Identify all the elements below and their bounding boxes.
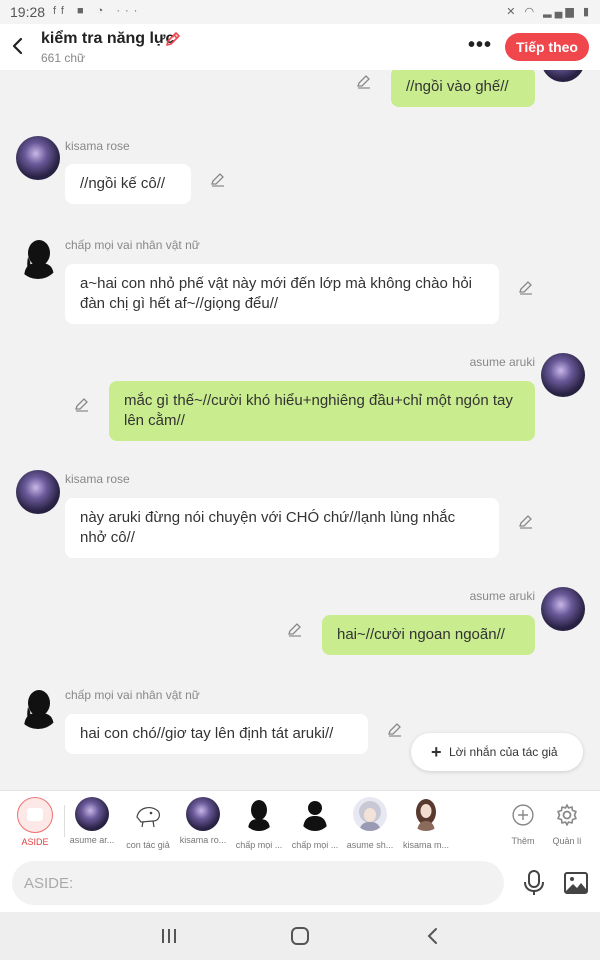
message-bubble[interactable]: //ngồi kế cô// <box>65 164 191 204</box>
page-title: kiểm tra năng lực <box>41 30 175 47</box>
avatar-purple-icon <box>75 797 109 831</box>
message-bubble[interactable]: a~hai con nhỏ phế vật này mới đến lớp mà… <box>65 264 499 324</box>
avatar-silhouette-female-icon <box>242 797 276 831</box>
author-note-label: Lời nhắn của tác giả <box>449 745 558 759</box>
system-nav-bar <box>0 912 600 960</box>
sender-name: chấp mọi vai nhân vật nữ <box>65 238 200 252</box>
character-cham-moi-vai-nam[interactable]: chấp mọi ... <box>287 797 343 850</box>
avatar-asume-aruki[interactable] <box>541 353 585 397</box>
message-bubble[interactable]: hai con chó//giơ tay lên định tát aruki/… <box>65 714 368 754</box>
microphone-icon[interactable] <box>523 869 545 897</box>
word-count: 661 chữ <box>41 51 86 65</box>
message-input[interactable] <box>12 861 504 905</box>
more-options-icon[interactable]: ••• <box>468 34 492 57</box>
character-label: chấp mọi ... <box>235 840 283 850</box>
system-icons: ✕ ◠ ▂▄▆ ▮ <box>506 6 592 18</box>
character-kisama-m[interactable]: kisama m... <box>398 797 454 850</box>
avatar-silhouette-male-icon <box>298 797 332 831</box>
character-label: kisama ro... <box>179 835 227 845</box>
edit-message-icon[interactable] <box>74 396 90 412</box>
plus-icon: + <box>431 742 442 762</box>
chat-area[interactable]: //ngồi vào ghế// kisama rose //ngồi kế c… <box>0 70 600 790</box>
character-cham-moi-vai-nu[interactable]: chấp mọi ... <box>231 797 287 850</box>
avatar-silver-hair-icon <box>353 797 387 831</box>
edit-message-icon[interactable] <box>356 73 372 89</box>
avatar-sketch-icon <box>131 797 165 831</box>
avatar-cham-moi-vai[interactable] <box>16 685 60 729</box>
sender-name: kisama rose <box>65 472 130 486</box>
manage-button[interactable]: Quản lí <box>539 797 595 846</box>
add-circle-icon <box>512 804 534 826</box>
message-bubble[interactable]: hai~//cười ngoan ngoãn// <box>322 615 535 655</box>
character-label: kisama m... <box>402 840 449 850</box>
character-label: asume ar... <box>69 835 115 845</box>
avatar-asume-aruki[interactable] <box>541 70 585 82</box>
message-bubble[interactable]: //ngồi vào ghế// <box>391 70 535 107</box>
avatar-purple-icon <box>186 797 220 831</box>
message-bubble[interactable]: này aruki đừng nói chuyện với CHÓ chứ//l… <box>65 498 499 558</box>
edit-message-icon[interactable] <box>518 279 534 295</box>
character-asume-sh[interactable]: asume sh... <box>342 797 398 850</box>
manage-label: Quản lí <box>552 836 582 846</box>
status-bar: 19:28 ff ■ ◔ ··· ✕ ◠ ▂▄▆ ▮ <box>0 0 600 24</box>
edit-title-icon[interactable] <box>164 30 182 48</box>
character-con-tac-gia[interactable]: con tác giả <box>120 797 176 850</box>
edit-message-icon[interactable] <box>210 171 226 187</box>
author-note-button[interactable]: + Lời nhắn của tác giả <box>411 733 583 771</box>
input-bar <box>0 854 600 912</box>
home-icon[interactable] <box>288 924 312 948</box>
avatar-kisama-rose[interactable] <box>16 470 60 514</box>
character-asume-aruki[interactable]: asume ar... <box>64 797 120 845</box>
gear-icon <box>557 804 577 826</box>
sender-name: asume aruki <box>469 355 535 369</box>
status-time: 19:28 <box>10 4 46 20</box>
header: kiểm tra năng lực 661 chữ ••• Tiếp theo <box>0 24 600 70</box>
character-bar: ASIDE asume ar... con tác giả kisama ro.… <box>0 790 600 854</box>
edit-message-icon[interactable] <box>387 721 403 737</box>
next-button[interactable]: Tiếp theo <box>505 33 589 61</box>
message-bubble[interactable]: mắc gì thế~//cười khó hiểu+nghiêng đầu+c… <box>109 381 535 441</box>
back-arrow-icon[interactable] <box>8 34 28 58</box>
character-label: chấp mọi ... <box>291 840 339 850</box>
character-label: con tác giả <box>126 840 170 850</box>
aside-icon <box>17 797 53 833</box>
edit-message-icon[interactable] <box>518 513 534 529</box>
avatar-cham-moi-vai[interactable] <box>16 235 60 279</box>
aside-button[interactable]: ASIDE <box>7 797 63 847</box>
sender-name: kisama rose <box>65 139 130 153</box>
avatar-asume-aruki[interactable] <box>541 587 585 631</box>
avatar-brown-hair-icon <box>409 797 443 831</box>
aside-label: ASIDE <box>21 837 49 847</box>
character-label: asume sh... <box>346 840 394 850</box>
notification-icons: ff ■ ◔ ··· <box>53 5 143 17</box>
avatar-kisama-rose[interactable] <box>16 136 60 180</box>
edit-message-icon[interactable] <box>287 621 303 637</box>
recent-apps-icon[interactable] <box>157 924 181 948</box>
sender-name: chấp mọi vai nhân vật nữ <box>65 688 200 702</box>
sender-name: asume aruki <box>469 589 535 603</box>
character-kisama-rose[interactable]: kisama ro... <box>175 797 231 845</box>
back-icon[interactable] <box>421 924 445 948</box>
image-icon[interactable] <box>563 871 589 895</box>
